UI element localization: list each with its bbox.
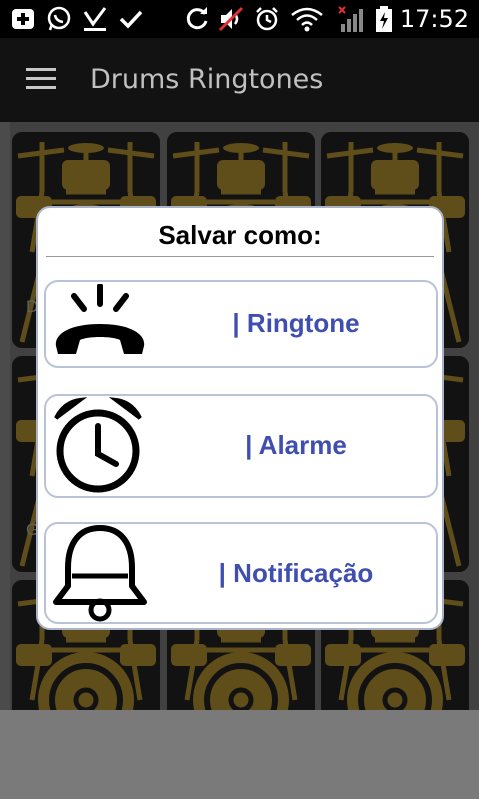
check-icon: [119, 10, 143, 29]
alarm-icon: [256, 7, 278, 31]
ringtone-label: | Ringtone: [232, 308, 360, 338]
alarm-clock-icon: [54, 397, 142, 493]
download-done-icon: [83, 7, 107, 31]
mute-icon: [218, 6, 244, 32]
app-bar: Drums Ringtones: [0, 38, 479, 122]
dialog-title: Salvar como:: [158, 220, 322, 250]
battery-charging-icon: [376, 6, 392, 32]
save-as-ringtone-button[interactable]: | Ringtone: [44, 280, 438, 368]
wifi-icon: [291, 7, 323, 32]
save-as-notification-button[interactable]: | Notificação: [44, 522, 438, 624]
save-as-alarm-button[interactable]: | Alarme: [44, 394, 438, 498]
status-bar: 17:52: [0, 0, 479, 38]
bottom-area: [0, 710, 479, 799]
save-as-dialog: Salvar como: | Ringtone | Alarme | Notif…: [36, 206, 444, 630]
bell-icon: [53, 525, 147, 622]
notification-label: | Notificação: [218, 558, 374, 588]
app-title: Drums Ringtones: [90, 64, 324, 95]
sync-icon: [186, 7, 208, 30]
hamburger-menu-icon[interactable]: [26, 68, 56, 92]
status-time: 17:52: [399, 5, 469, 33]
plus-icon: [12, 9, 34, 29]
whatsapp-icon: [47, 6, 71, 31]
dialog-divider: [46, 256, 434, 257]
ringing-phone-icon: [55, 284, 145, 354]
no-signal-icon: [338, 6, 363, 32]
alarm-label: | Alarme: [245, 430, 347, 460]
